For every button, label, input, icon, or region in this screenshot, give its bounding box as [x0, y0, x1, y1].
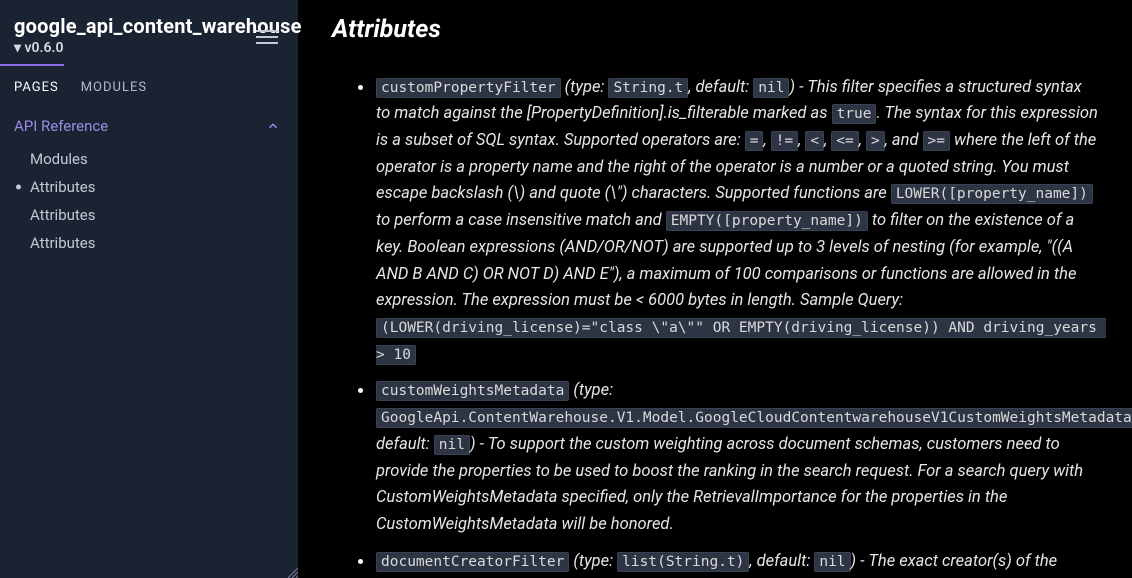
fn-empty: EMPTY([property_name]): [666, 211, 868, 231]
page-title: Attributes: [332, 10, 1098, 51]
sidebar-item-attributes[interactable]: Attributes: [8, 173, 298, 201]
sidebar-item-modules[interactable]: Modules: [8, 145, 298, 173]
attr-desc: , and: [885, 131, 923, 150]
version-dropdown-icon[interactable]: ▾: [14, 40, 25, 56]
sidebar-item-attributes[interactable]: Attributes: [8, 229, 298, 257]
attr-default: nil: [434, 435, 470, 455]
tab-active-indicator: [0, 64, 64, 66]
attr-type: String.t: [608, 78, 688, 98]
sep: ,: [859, 131, 866, 150]
sidebar-header: google_api_content_warehouse ▾ v0.6.0: [0, 0, 298, 66]
resize-handle-icon[interactable]: [288, 568, 298, 578]
op-lt: <: [805, 131, 824, 151]
sidebar-item-attributes[interactable]: Attributes: [8, 201, 298, 229]
attr-name: customWeightsMetadata: [376, 381, 569, 401]
section-api-reference[interactable]: API Reference: [0, 103, 298, 145]
code-literal: true: [832, 104, 877, 124]
version-text: v0.6.0: [25, 40, 64, 56]
op-lte: <=: [831, 131, 858, 151]
attr-default: nil: [753, 78, 789, 98]
default-label: , default:: [688, 78, 753, 97]
attribute-list: customPropertyFilter (type: String.t, de…: [332, 75, 1098, 576]
attr-name: customPropertyFilter: [376, 78, 561, 98]
chevron-up-icon: [266, 119, 280, 133]
fn-lower: LOWER([property_name]): [891, 184, 1093, 204]
op-gt: >: [866, 131, 885, 151]
type-label: (type:: [573, 381, 613, 400]
attr-type: GoogleApi.ContentWarehouse.V1.Model.Goog…: [376, 408, 1132, 428]
menu-icon[interactable]: [256, 30, 278, 44]
attr-type: list(String.t): [617, 552, 749, 572]
tab-strip: PAGES MODULES: [0, 66, 298, 103]
list-item: documentCreatorFilter (type: list(String…: [376, 549, 1098, 576]
type-label: (type:: [573, 552, 617, 571]
attr-desc: ) - The exact creator(s) of the: [851, 552, 1058, 571]
list-item: customPropertyFilter (type: String.t, de…: [376, 75, 1098, 369]
default-label: , default:: [749, 552, 814, 571]
list-item: customWeightsMetadata (type: GoogleApi.C…: [376, 378, 1098, 538]
section-title: API Reference: [14, 117, 108, 135]
type-label: (type:: [565, 78, 609, 97]
content: Attributes customPropertyFilter (type: S…: [298, 0, 1132, 578]
sep: ,: [763, 131, 770, 150]
op-eq: =: [745, 131, 764, 151]
sidebar: google_api_content_warehouse ▾ v0.6.0 PA…: [0, 0, 298, 578]
op-gte: >=: [923, 131, 950, 151]
attr-name: documentCreatorFilter: [376, 552, 569, 572]
tab-pages[interactable]: PAGES: [14, 80, 59, 95]
sample-query: (LOWER(driving_license)="class \"a\"" OR…: [376, 318, 1106, 365]
tab-modules[interactable]: MODULES: [81, 80, 147, 95]
op-neq: !=: [771, 131, 798, 151]
attr-desc: to perform a case insensitive match and: [376, 211, 666, 230]
attr-desc: ) - To support the custom weighting acro…: [376, 435, 1083, 534]
nav-list: Modules Attributes Attributes Attributes: [0, 145, 298, 257]
attr-default: nil: [814, 552, 850, 572]
project-version[interactable]: ▾ v0.6.0: [14, 40, 63, 56]
project-name[interactable]: google_api_content_warehouse: [14, 14, 284, 38]
